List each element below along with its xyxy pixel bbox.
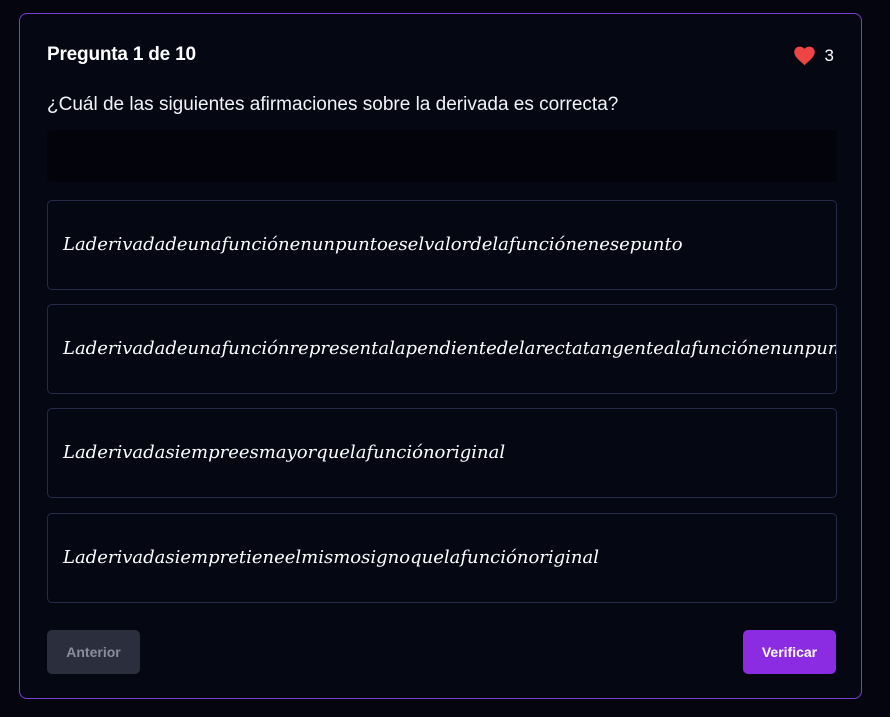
math-display [47,130,837,182]
answer-option-2[interactable]: Laderivadadeunafunciónrepresentalapendie… [47,304,837,394]
option-label: Laderivadadeunafunciónrepresentalapendie… [63,338,837,359]
heart-icon [793,46,815,66]
quiz-card: Pregunta 1 de 10 3 ¿Cuál de las siguient… [19,13,862,699]
answer-option-3[interactable]: Laderivadasiempreesmayorquelafunciónorig… [47,408,837,498]
option-label: Laderivadasiempretieneelmismosignoquelaf… [63,547,600,568]
answer-option-4[interactable]: Laderivadasiempretieneelmismosignoquelaf… [47,513,837,603]
previous-button[interactable]: Anterior [47,630,140,674]
verify-button[interactable]: Verificar [743,630,836,674]
question-counter: Pregunta 1 de 10 [47,44,196,65]
option-label: Laderivadasiempreesmayorquelafunciónorig… [63,442,506,463]
answer-option-1[interactable]: Laderivadadeunafunciónenunpuntoeselvalor… [47,200,837,290]
lives-count: 3 [824,46,834,65]
lives-indicator: 3 [793,46,834,66]
option-label: Laderivadadeunafunciónenunpuntoeselvalor… [63,234,683,255]
question-text: ¿Cuál de las siguientes afirmaciones sob… [47,94,619,115]
quiz-header: Pregunta 1 de 10 3 [47,44,834,68]
